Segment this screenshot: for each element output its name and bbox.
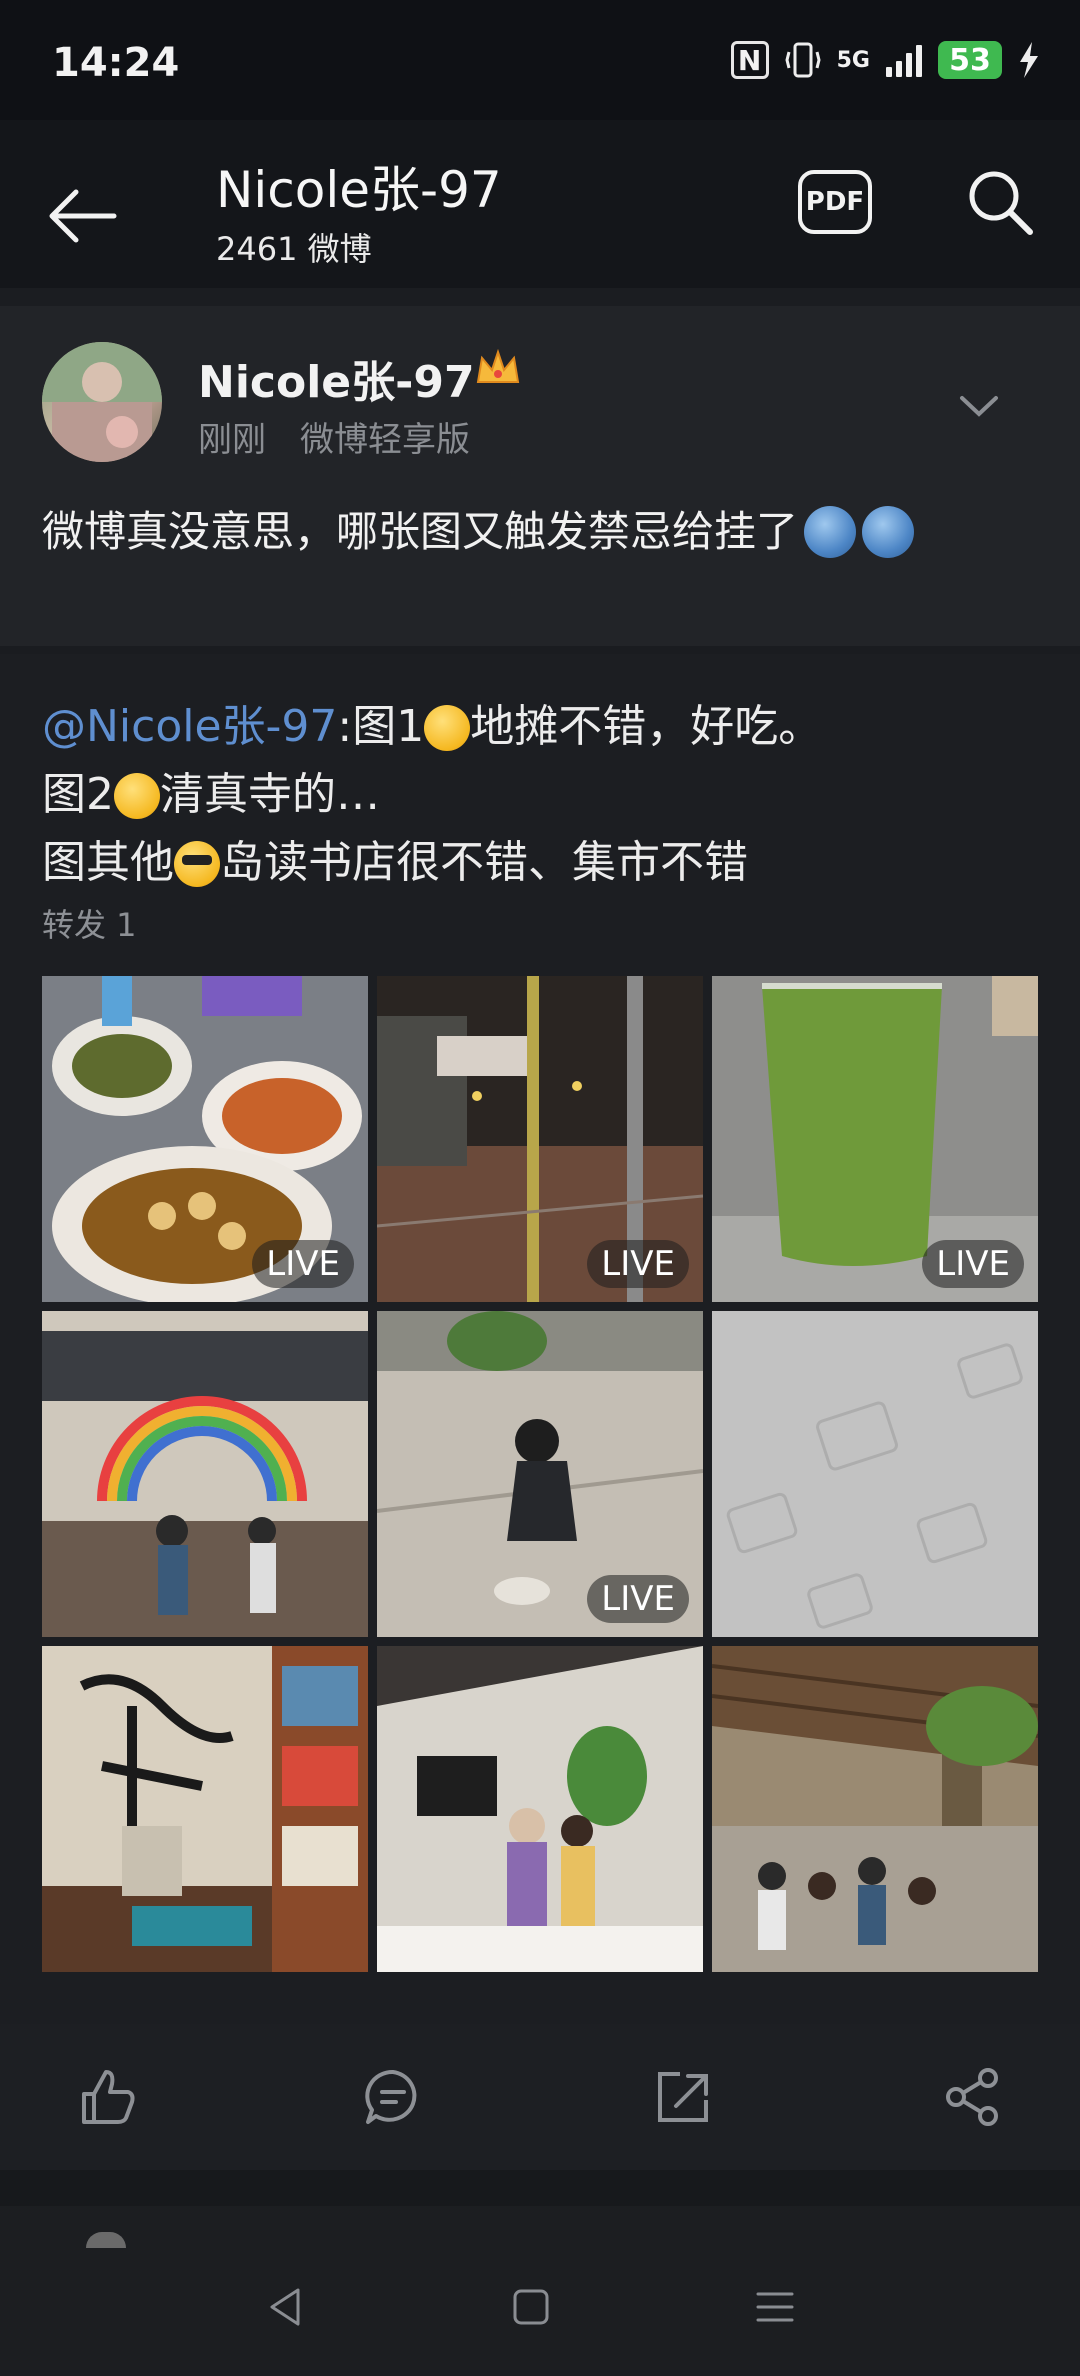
live-badge: LIVE [252,1240,354,1288]
action-bar [0,2024,1080,2170]
like-icon[interactable] [76,2066,138,2128]
photo-thumbnail[interactable]: LIVE [42,976,368,1302]
post-count: 2461 微博 [216,230,372,268]
back-button[interactable] [44,178,120,254]
cool-emoji-icon [174,841,220,887]
rolling-eyes-emoji-icon [114,773,160,819]
post-card[interactable]: Nicole张-97 刚刚 微博轻享版 微博真没意思，哪张图又触发禁忌给挂了 [0,306,1080,646]
home-icon[interactable] [506,2282,556,2332]
photo-thumbnail[interactable] [712,1646,1038,1972]
signal-icon [886,43,922,77]
image-placeholder-icon [726,1343,1023,1629]
search-icon[interactable] [964,166,1036,238]
moon-emoji-icon [862,506,915,558]
back-icon[interactable] [262,2282,312,2332]
author-name[interactable]: Nicole张-97 [198,346,475,410]
profile-title: Nicole张-97 [216,161,502,219]
live-badge: LIVE [922,1240,1024,1288]
next-post-avatar-peek [86,2232,126,2248]
blocked-image-placeholder [712,1311,1038,1637]
network-type: 5G [836,47,870,73]
mention-link[interactable]: @Nicole张-97 [42,701,337,752]
comment-icon[interactable] [362,2066,424,2128]
chevron-down-icon[interactable] [954,386,1004,426]
divider [0,646,1080,654]
repost-count[interactable]: 转发 1 [42,900,137,946]
crown-icon [476,348,520,383]
retweet-line-1: @Nicole张-97:图1 地摊不错，好吃。 [42,690,822,754]
vibrate-icon [785,42,821,78]
post-text: 微博真没意思，哪张图又触发禁忌给挂了 [42,498,915,559]
retweet-line-3: 图其他 岛读书店很不错、集市不错 [42,826,748,890]
charging-icon [1020,42,1038,78]
retweet-text: 岛读书店很不错、集市不错 [220,837,748,888]
live-badge: LIVE [587,1575,689,1623]
post-time: 刚刚 [198,420,266,460]
photo-thumbnail[interactable]: LIVE [377,976,703,1302]
battery-icon: 53 [938,41,1002,79]
status-icons: N 5G 53 [730,40,1040,80]
photo-thumbnail[interactable]: LIVE [712,976,1038,1302]
system-nav-bar [0,2206,1080,2376]
photo-thumbnail[interactable] [42,1646,368,1972]
repost-icon[interactable] [652,2066,714,2128]
photo-thumbnail[interactable]: LIVE [377,1311,703,1637]
post-source: 微博轻享版 [300,420,470,460]
top-nav: Nicole张-97 2461 微博 PDF [0,120,1080,288]
yum-emoji-icon [424,705,471,751]
avatar[interactable] [42,342,162,462]
divider [0,288,1080,306]
share-icon[interactable] [942,2066,1004,2128]
divider [0,2170,1080,2206]
menu-icon[interactable] [750,2282,800,2332]
photo-thumbnail[interactable] [377,1646,703,1972]
retweet-text: 地摊不错，好吃。 [470,701,823,752]
retweet-line-2: 图2 清真寺的… [42,758,380,822]
pdf-button[interactable]: PDF [798,170,872,234]
retweet-block[interactable]: @Nicole张-97:图1 地摊不错，好吃。 图2 清真寺的… 图其他 岛读书店很不… [0,654,1080,2024]
retweet-text: 清真寺的… [160,769,380,820]
moon-emoji-icon [804,506,857,558]
status-time: 14:24 [52,40,180,86]
retweet-text: :图1 [337,701,425,752]
retweet-text: 图2 [42,769,114,820]
status-bar: 14:24 N 5G 53 [0,0,1080,120]
post-text-content: 微博真没意思，哪张图又触发禁忌给挂了 [42,507,799,556]
nfc-icon: N [730,41,769,79]
retweet-text: 图其他 [42,837,174,888]
live-badge: LIVE [587,1240,689,1288]
photo-thumbnail[interactable] [42,1311,368,1637]
